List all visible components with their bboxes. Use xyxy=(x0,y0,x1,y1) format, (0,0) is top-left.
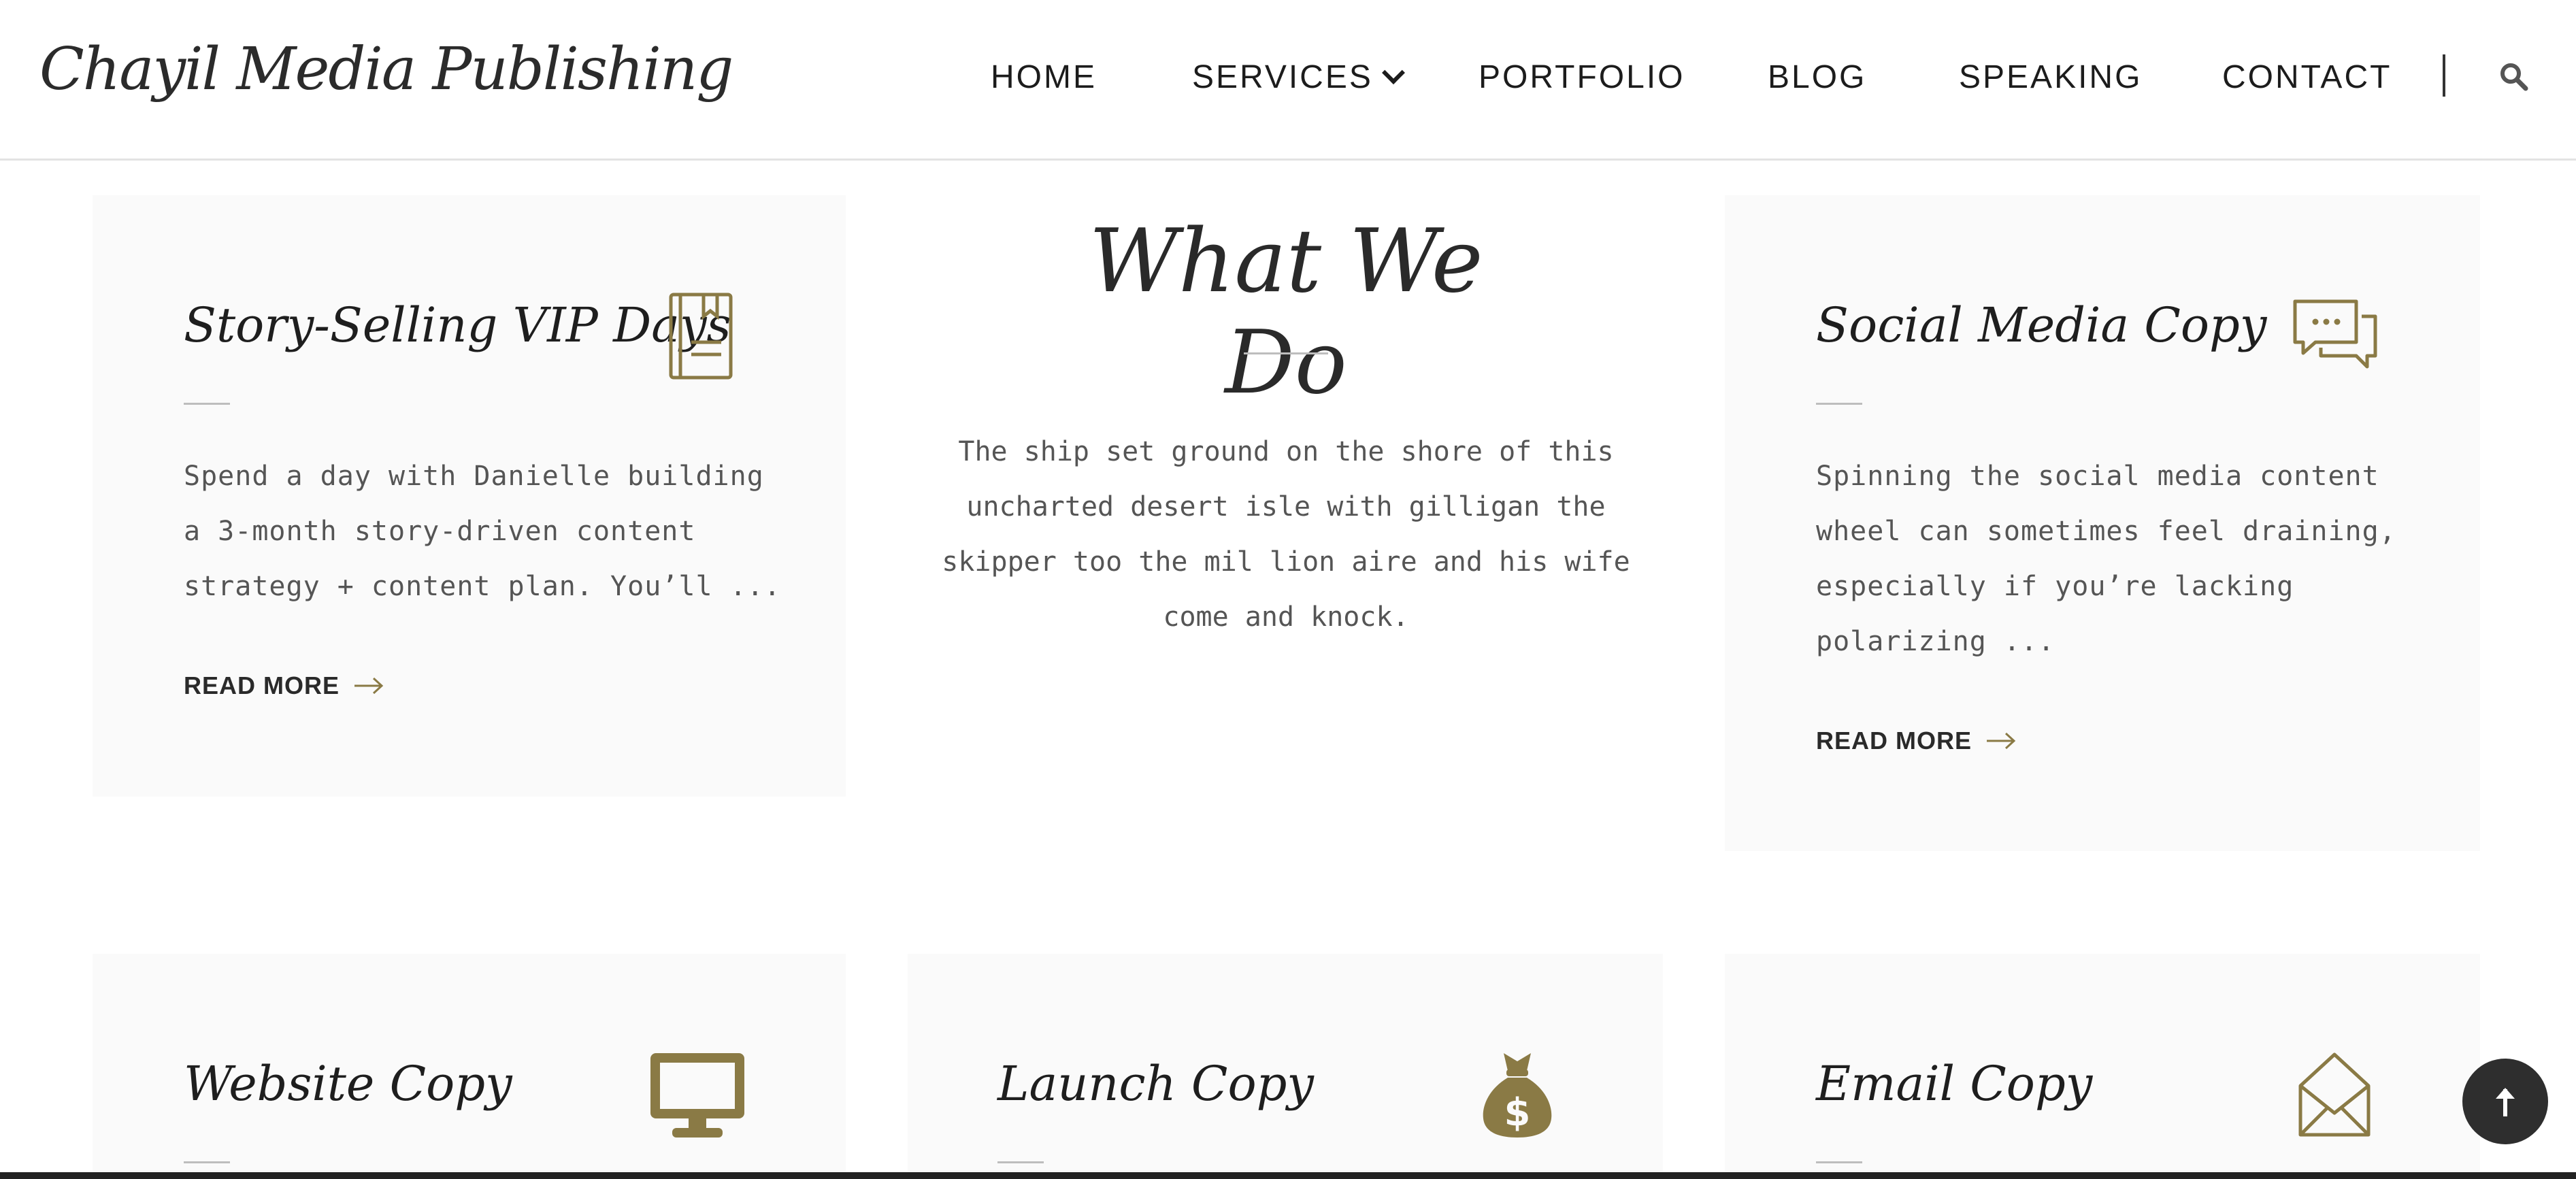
read-more-link[interactable]: READ MORE xyxy=(1816,727,2017,755)
card-description: Spinning the social media content wheel … xyxy=(1816,461,2396,657)
nav-services-label: SERVICES xyxy=(1192,59,1373,95)
site-header: Chayil Media Publishing HOME SERVICES PO… xyxy=(0,0,2576,161)
book-icon xyxy=(668,292,733,383)
money-bag-icon: $ xyxy=(1479,1050,1555,1142)
card-divider xyxy=(184,403,230,405)
read-more-label: READ MORE xyxy=(184,671,340,699)
search-icon[interactable] xyxy=(2497,60,2531,94)
chat-bubbles-icon xyxy=(2291,297,2379,375)
nav-home[interactable]: HOME xyxy=(991,57,1097,98)
nav-speaking[interactable]: SPEAKING xyxy=(1959,57,2142,98)
nav-blog[interactable]: BLOG xyxy=(1768,57,1866,98)
card-divider xyxy=(1816,403,1862,405)
monitor-icon xyxy=(648,1050,747,1143)
site-logo[interactable]: Chayil Media Publishing xyxy=(39,35,733,103)
section-description: The ship set ground on the shore of this… xyxy=(942,436,1630,633)
scroll-to-top-button[interactable] xyxy=(2462,1059,2548,1144)
section-divider xyxy=(1244,352,1328,354)
service-card-email: Email Copy xyxy=(1725,954,2480,1179)
page-bottom-edge xyxy=(0,1172,2576,1179)
arrow-right-icon xyxy=(1987,732,2016,750)
card-title[interactable]: Website Copy xyxy=(184,1056,512,1112)
arrow-up-icon xyxy=(2496,1088,2515,1116)
svg-text:$: $ xyxy=(1504,1091,1531,1135)
service-card-social-media: Social Media Copy Spinning the social me… xyxy=(1725,195,2480,851)
chevron-down-icon xyxy=(1381,61,1405,84)
card-title[interactable]: Launch Copy xyxy=(997,1056,1314,1112)
card-title[interactable]: Story-Selling VIP Days xyxy=(184,297,731,353)
read-more-label: READ MORE xyxy=(1816,727,1972,754)
nav-divider xyxy=(2443,54,2445,97)
arrow-right-icon xyxy=(354,677,384,695)
read-more-link[interactable]: READ MORE xyxy=(184,671,384,700)
section-title: What We Do xyxy=(1089,211,1483,414)
nav-services[interactable]: SERVICES xyxy=(1192,57,1405,98)
nav-portfolio[interactable]: PORTFOLIO xyxy=(1479,57,1685,98)
card-divider xyxy=(184,1161,230,1163)
nav-contact[interactable]: CONTACT xyxy=(2222,57,2392,98)
envelope-icon xyxy=(2296,1050,2373,1142)
card-title[interactable]: Email Copy xyxy=(1816,1056,2092,1112)
service-card-website: Website Copy xyxy=(93,954,846,1179)
service-card-vip-days: Story-Selling VIP Days Spend a day with … xyxy=(93,195,846,797)
card-divider xyxy=(1816,1161,1862,1163)
card-description: Spend a day with Danielle building a 3-m… xyxy=(184,461,781,602)
service-card-launch: Launch Copy $ xyxy=(908,954,1663,1179)
card-divider xyxy=(997,1161,1044,1163)
card-title[interactable]: Social Media Copy xyxy=(1816,297,2266,353)
